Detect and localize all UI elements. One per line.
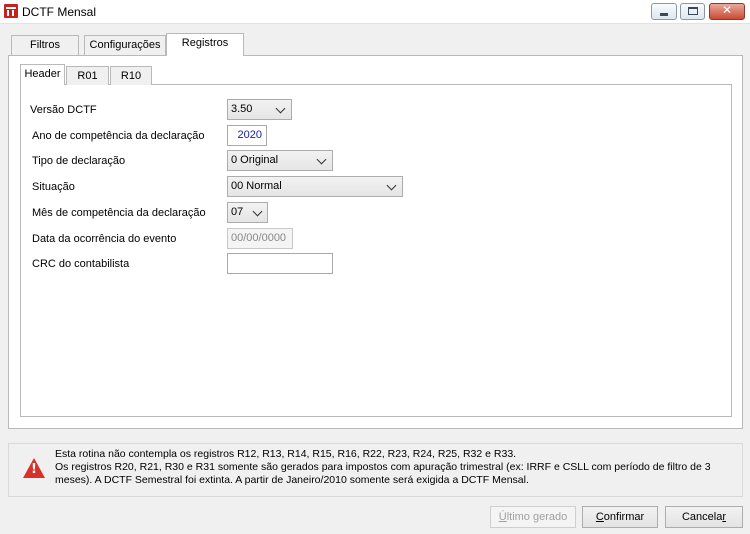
info-box: ! Esta rotina não contempla os registros… <box>8 443 743 497</box>
ano-label: Ano de competência da declaração <box>32 130 205 142</box>
info-line-3: meses). A DCTF Semestral foi extinta. A … <box>55 474 529 486</box>
close-icon: ✕ <box>721 3 733 17</box>
crc-field[interactable] <box>227 253 333 274</box>
tab-registros[interactable]: Registros <box>166 33 244 56</box>
minimize-icon <box>660 13 668 16</box>
ultimo-label: ltimo gerado <box>506 511 568 523</box>
confirmar-mnemonic: C <box>595 511 604 523</box>
info-line-2: Os registros R20, R21, R30 e R31 somente… <box>55 461 711 473</box>
chevron-down-icon <box>386 180 397 191</box>
data-evento-label: Data da ocorrência do evento <box>32 233 177 245</box>
ano-field[interactable]: 2020 <box>227 125 267 146</box>
subtab-header[interactable]: Header <box>20 64 65 85</box>
ultimo-mnemonic: Ú <box>498 511 507 523</box>
maximize-icon <box>688 7 698 15</box>
crc-label: CRC do contabilista <box>32 258 130 270</box>
data-evento-field: 00/00/0000 <box>227 228 293 249</box>
app-icon <box>4 4 18 18</box>
tipo-label: Tipo de declaração <box>32 155 126 167</box>
cancelar-mnemonic: r <box>722 511 727 523</box>
versao-label: Versão DCTF <box>30 104 97 116</box>
chevron-down-icon <box>252 206 263 217</box>
mes-label: Mês de competência da declaração <box>32 207 206 219</box>
subtab-r01[interactable]: R01 <box>66 66 109 85</box>
maximize-button[interactable] <box>680 3 705 20</box>
tab-filtros[interactable]: Filtros <box>11 35 79 55</box>
ultimo-gerado-button[interactable]: Último gerado <box>490 506 576 528</box>
tab-configuracoes[interactable]: Configurações <box>84 35 166 55</box>
situacao-value: 00 Normal <box>231 180 282 192</box>
cancelar-label: Cancela <box>681 511 723 523</box>
versao-value: 3.50 <box>231 103 253 115</box>
subtab-r10[interactable]: R10 <box>110 66 152 85</box>
mes-select[interactable]: 07 <box>227 202 268 223</box>
chevron-down-icon <box>316 154 327 165</box>
window-title: DCTF Mensal <box>22 5 97 19</box>
tipo-select[interactable]: 0 Original <box>227 150 333 171</box>
chevron-down-icon <box>275 103 286 114</box>
minimize-button[interactable] <box>651 3 677 20</box>
mes-value: 07 <box>231 206 244 218</box>
info-line-1: Esta rotina não contempla os registros R… <box>55 448 517 460</box>
confirmar-label: onfirmar <box>603 511 645 523</box>
situacao-select[interactable]: 00 Normal <box>227 176 403 197</box>
versao-select[interactable]: 3.50 <box>227 99 292 120</box>
warning-mark: ! <box>31 462 37 477</box>
close-button[interactable]: ✕ <box>709 3 745 20</box>
tipo-value: 0 Original <box>231 154 279 166</box>
confirmar-button[interactable]: Confirmar <box>582 506 658 528</box>
situacao-label: Situação <box>32 181 75 193</box>
title-bar[interactable]: DCTF Mensal ✕ <box>0 0 750 24</box>
cancelar-button[interactable]: Cancelar <box>665 506 743 528</box>
